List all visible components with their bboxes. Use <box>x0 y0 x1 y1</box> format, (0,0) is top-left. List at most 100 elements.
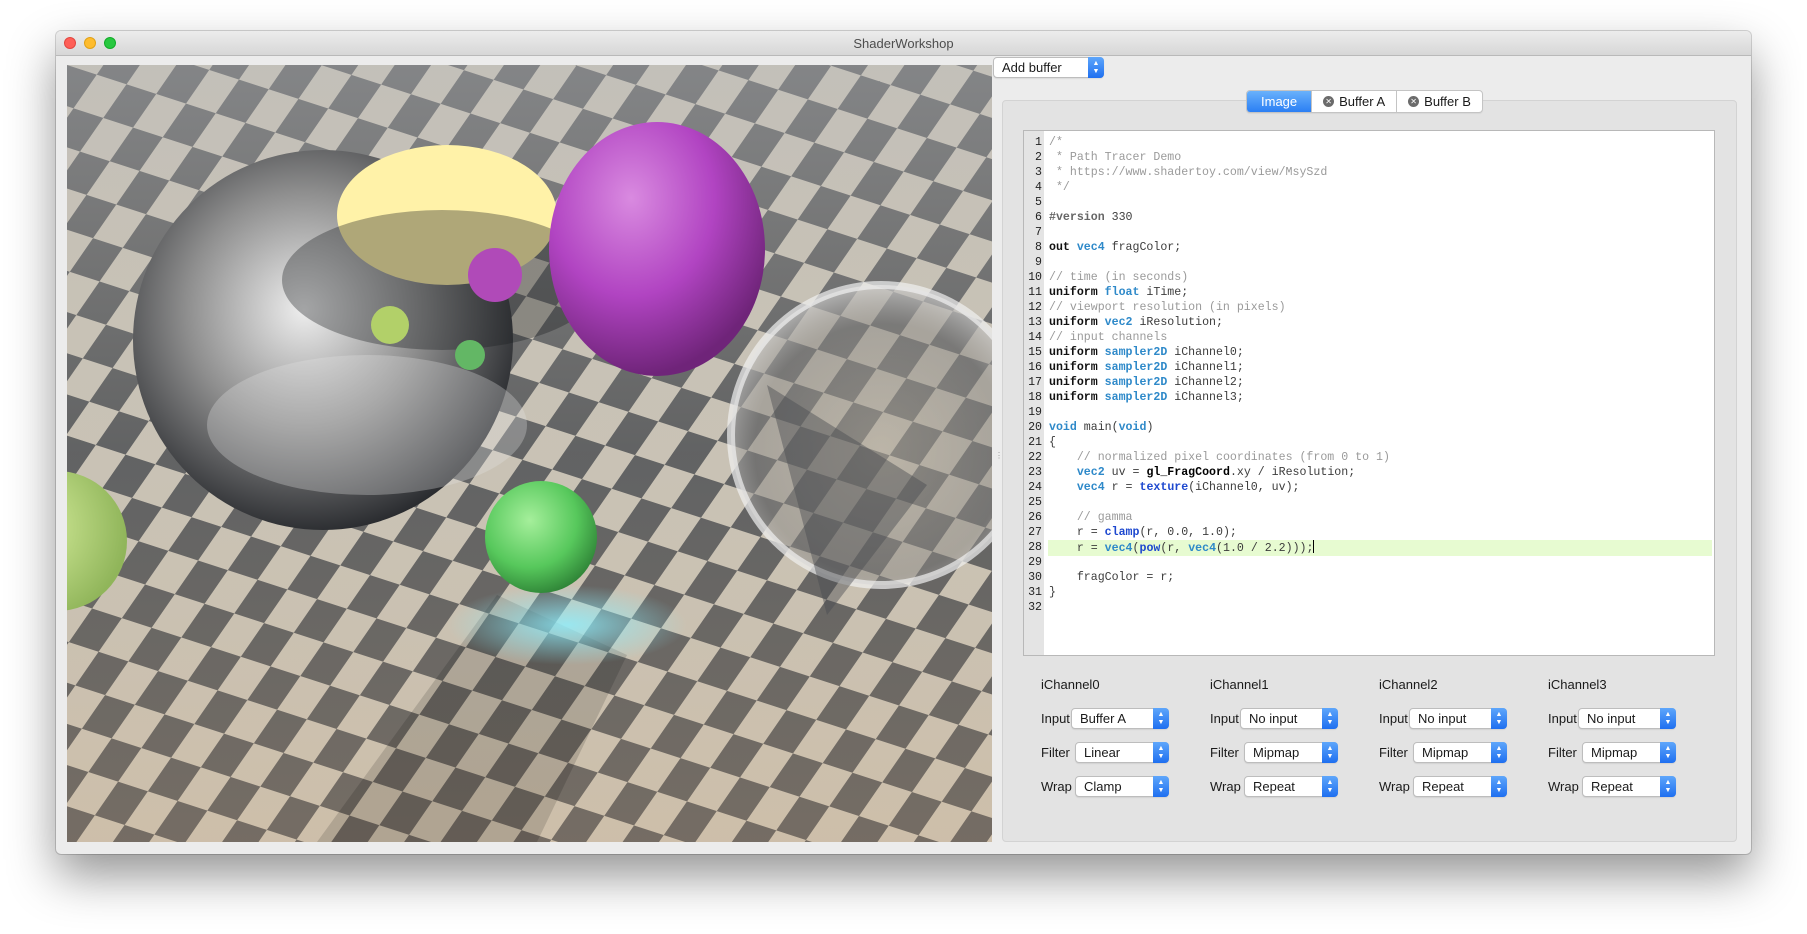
code-line[interactable]: 29 <box>1024 555 1714 570</box>
app-window: ShaderWorkshop ⋮ Add buffer ▲ ▼ Image ✕ … <box>56 31 1751 854</box>
code-text: uniform sampler2D iChannel1; <box>1049 361 1244 374</box>
channel-2-filter-select[interactable]: Mipmap ▲ ▼ <box>1413 742 1507 763</box>
code-line[interactable]: 13 uniform vec2 iResolution; <box>1024 315 1714 330</box>
code-line[interactable]: 22 // normalized pixel coordinates (from… <box>1024 450 1714 465</box>
code-text: out vec4 fragColor; <box>1049 241 1182 254</box>
code-text: * Path Tracer Demo <box>1049 151 1182 164</box>
code-text: vec2 uv = gl_FragCoord.xy / iResolution; <box>1076 466 1356 479</box>
channel-3-input-select[interactable]: No input ▲ ▼ <box>1578 708 1676 729</box>
popup-arrows-icon: ▲ ▼ <box>1153 776 1169 797</box>
code-line[interactable]: 19 <box>1024 405 1714 420</box>
code-text: uniform sampler2D iChannel2; <box>1049 376 1244 389</box>
window-title: ShaderWorkshop <box>853 36 954 51</box>
code-line[interactable]: 11 uniform float iTime; <box>1024 285 1714 300</box>
rendered-scene-image <box>67 65 992 842</box>
line-number: 26 <box>1028 511 1042 524</box>
code-line[interactable]: 17 uniform sampler2D iChannel2; <box>1024 375 1714 390</box>
line-number: 13 <box>1028 316 1042 329</box>
channel-3-wrap-select[interactable]: Repeat ▲ ▼ <box>1582 776 1676 797</box>
line-number: 6 <box>1035 211 1042 224</box>
code-line[interactable]: 23 vec2 uv = gl_FragCoord.xy / iResoluti… <box>1024 465 1714 480</box>
code-line[interactable]: 14 // input channels <box>1024 330 1714 345</box>
code-line[interactable]: 8 out vec4 fragColor; <box>1024 240 1714 255</box>
line-number: 7 <box>1035 226 1042 239</box>
code-text: r = clamp(r, 0.0, 1.0); <box>1049 526 1237 539</box>
channel-2-input-select[interactable]: No input ▲ ▼ <box>1409 708 1507 729</box>
code-text: // viewport resolution (in pixels) <box>1049 301 1286 314</box>
code-text: void main(void) <box>1049 421 1154 434</box>
close-tab-icon[interactable]: ✕ <box>1408 96 1420 107</box>
tab-label: Buffer A <box>1339 93 1386 109</box>
channel-0-filter-select[interactable]: Linear ▲ ▼ <box>1075 742 1169 763</box>
code-line[interactable]: 10 // time (in seconds) <box>1024 270 1714 285</box>
close-tab-icon[interactable]: ✕ <box>1323 96 1335 107</box>
popup-arrows-icon: ▲ ▼ <box>1322 742 1338 763</box>
popup-arrows-icon: ▲ ▼ <box>1660 742 1676 763</box>
code-line[interactable]: 15 uniform sampler2D iChannel0; <box>1024 345 1714 360</box>
line-number: 23 <box>1028 466 1042 479</box>
code-line[interactable]: 7 <box>1024 225 1714 240</box>
code-line[interactable]: 30 fragColor = r; <box>1024 570 1714 585</box>
code-line[interactable]: 21 { <box>1024 435 1714 450</box>
channel-2-wrap-select[interactable]: Repeat ▲ ▼ <box>1413 776 1507 797</box>
channel-title: iChannel2 <box>1379 677 1438 692</box>
channel-title: iChannel0 <box>1041 677 1100 692</box>
code-line[interactable]: 28 r = vec4(pow(r, vec4(1.0 / 2.2))); <box>1024 540 1714 556</box>
filter-label: Filter <box>1548 745 1577 760</box>
channel-1-filter-select[interactable]: Mipmap ▲ ▼ <box>1244 742 1338 763</box>
code-line[interactable]: 25 <box>1024 495 1714 510</box>
code-line[interactable]: 26 // gamma <box>1024 510 1714 525</box>
code-lines: 1/* 2 * Path Tracer Demo 3 * https://www.s… <box>1024 135 1714 615</box>
code-line[interactable]: 27 r = clamp(r, 0.0, 1.0); <box>1024 525 1714 540</box>
line-number: 28 <box>1028 541 1042 554</box>
line-number: 11 <box>1028 286 1042 299</box>
filter-value: Mipmap <box>1422 745 1469 760</box>
popup-arrows-icon: ▲ ▼ <box>1491 708 1507 729</box>
wrap-label: Wrap <box>1210 779 1241 794</box>
line-number: 10 <box>1028 271 1042 284</box>
splitter-handle[interactable]: ⋮ <box>995 451 1003 460</box>
code-line[interactable]: 6 #version 330 <box>1024 210 1714 225</box>
code-line[interactable]: 1 /* <box>1024 135 1714 150</box>
line-number: 32 <box>1028 601 1042 614</box>
filter-value: Mipmap <box>1591 745 1638 760</box>
line-number: 31 <box>1028 586 1042 599</box>
tab-image[interactable]: Image <box>1247 91 1312 112</box>
line-number: 20 <box>1028 421 1042 434</box>
filter-value: Mipmap <box>1253 745 1300 760</box>
add-buffer-popup[interactable]: Add buffer ▲ ▼ <box>993 57 1104 78</box>
input-value: Buffer A <box>1080 711 1127 726</box>
code-line[interactable]: 20 void main(void) <box>1024 420 1714 435</box>
filter-label: Filter <box>1379 745 1408 760</box>
channel-1-wrap-select[interactable]: Repeat ▲ ▼ <box>1244 776 1338 797</box>
channel-1-input-select[interactable]: No input ▲ ▼ <box>1240 708 1338 729</box>
code-line[interactable]: 3 * https://www.shadertoy.com/view/MsySz… <box>1024 165 1714 180</box>
code-text: uniform sampler2D iChannel0; <box>1049 346 1244 359</box>
code-line[interactable]: 2 * Path Tracer Demo <box>1024 150 1714 165</box>
tab-buffer-a[interactable]: ✕ Buffer A <box>1311 91 1396 112</box>
channel-0-wrap-select[interactable]: Clamp ▲ ▼ <box>1075 776 1169 797</box>
code-line[interactable]: 16 uniform sampler2D iChannel1; <box>1024 360 1714 375</box>
code-text: // gamma <box>1076 511 1133 524</box>
code-line[interactable]: 18 uniform sampler2D iChannel3; <box>1024 390 1714 405</box>
shader-render-viewport[interactable] <box>67 65 992 842</box>
popup-arrows-icon: ▲ ▼ <box>1153 708 1169 729</box>
code-line[interactable]: 31} <box>1024 585 1714 600</box>
tab-buffer-b[interactable]: ✕ Buffer B <box>1396 91 1482 112</box>
line-number: 4 <box>1035 181 1042 194</box>
code-line[interactable]: 9 <box>1024 255 1714 270</box>
code-line[interactable]: 12 // viewport resolution (in pixels) <box>1024 300 1714 315</box>
channel-0-input-select[interactable]: Buffer A ▲ ▼ <box>1071 708 1169 729</box>
channel-title: iChannel1 <box>1210 677 1269 692</box>
code-line[interactable]: 24 vec4 r = texture(iChannel0, uv); <box>1024 480 1714 495</box>
code-line[interactable]: 5 <box>1024 195 1714 210</box>
code-line[interactable]: 4 */ <box>1024 180 1714 195</box>
popup-arrows-icon: ▲ ▼ <box>1153 742 1169 763</box>
channel-settings: iChannel0 Input Buffer A ▲ ▼ Filter Linear ▲ ▼ Wr… <box>1034 677 1714 837</box>
channel-1-settings: iChannel1 Input No input ▲ ▼ Filter Mipmap ▲ ▼ Wr… <box>1203 677 1373 837</box>
popup-arrows-icon: ▲ ▼ <box>1660 776 1676 797</box>
channel-3-filter-select[interactable]: Mipmap ▲ ▼ <box>1582 742 1676 763</box>
line-number: 14 <box>1028 331 1042 344</box>
code-editor[interactable]: 1/* 2 * Path Tracer Demo 3 * https://www.s… <box>1023 130 1715 656</box>
code-line[interactable]: 32 <box>1024 600 1714 615</box>
